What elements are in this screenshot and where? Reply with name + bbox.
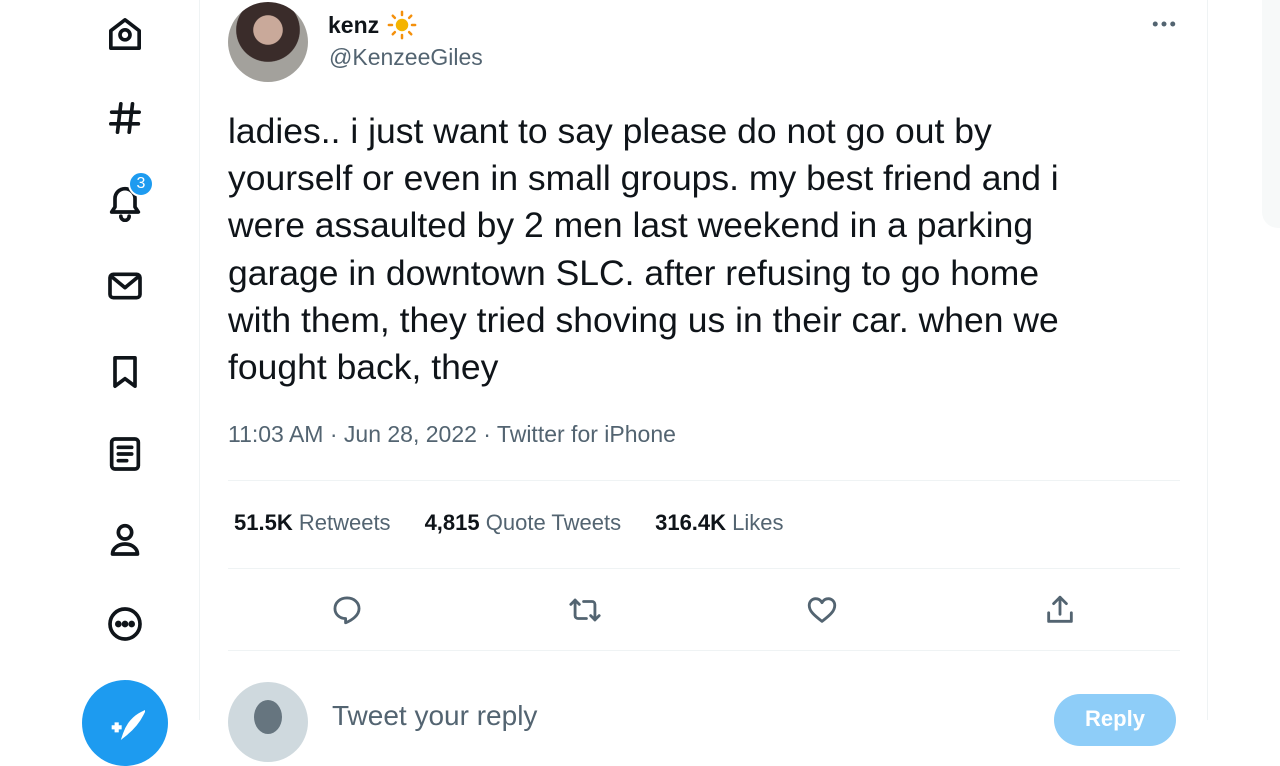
retweets-label: Retweets [298, 510, 391, 535]
likes-label: Likes [732, 510, 784, 535]
home-icon[interactable] [103, 12, 147, 56]
likes-count: 316.4K [655, 510, 727, 535]
likes-stat[interactable]: 316.4K Likes [655, 510, 783, 536]
bookmarks-icon[interactable] [103, 350, 147, 394]
author-display-name: kenz [328, 11, 380, 38]
divider [228, 480, 1180, 481]
right-panel-edge [1262, 0, 1280, 228]
lists-icon[interactable] [103, 432, 147, 476]
quote-tweets-stat[interactable]: 4,815 Quote Tweets [425, 510, 622, 536]
quote-tweets-label: Quote Tweets [485, 510, 622, 535]
author-name-row[interactable]: kenz [328, 10, 417, 40]
column-divider-right [1207, 0, 1208, 720]
more-menu-icon[interactable] [103, 602, 147, 646]
divider [228, 650, 1180, 651]
tweet-more-options-icon[interactable] [1146, 8, 1182, 40]
notification-count-badge: 3 [128, 171, 154, 197]
current-user-avatar [228, 682, 308, 762]
tweet-text: ladies.. i just want to say please do no… [228, 111, 1059, 388]
author-handle[interactable]: @KenzeeGiles [329, 44, 483, 71]
messages-icon[interactable] [103, 264, 147, 308]
compose-tweet-button[interactable] [82, 680, 168, 766]
explore-icon[interactable] [103, 96, 147, 140]
retweets-count: 51.5K [234, 510, 293, 535]
retweet-icon[interactable] [565, 590, 605, 630]
quote-tweets-count: 4,815 [424, 510, 480, 535]
column-divider-left [199, 0, 200, 720]
like-heart-icon[interactable] [802, 590, 842, 630]
compose-feather-icon [111, 710, 145, 741]
share-icon[interactable] [1040, 590, 1080, 630]
divider [228, 568, 1180, 569]
sun-icon [387, 10, 417, 40]
reply-button[interactable]: Reply [1054, 694, 1176, 746]
profile-icon[interactable] [103, 517, 147, 561]
tweet-timestamp[interactable]: 11:03 AM · Jun 28, 2022 · Twitter for iP… [228, 421, 676, 448]
author-avatar[interactable] [228, 2, 308, 82]
sidebar-nav: 3 [0, 0, 200, 766]
reply-input[interactable]: Tweet your reply [332, 700, 537, 732]
reply-icon[interactable] [327, 590, 367, 630]
tweet-stats: 51.5K Retweets 4,815 Quote Tweets 316.4K… [234, 510, 818, 536]
retweets-stat[interactable]: 51.5K Retweets [234, 510, 391, 536]
